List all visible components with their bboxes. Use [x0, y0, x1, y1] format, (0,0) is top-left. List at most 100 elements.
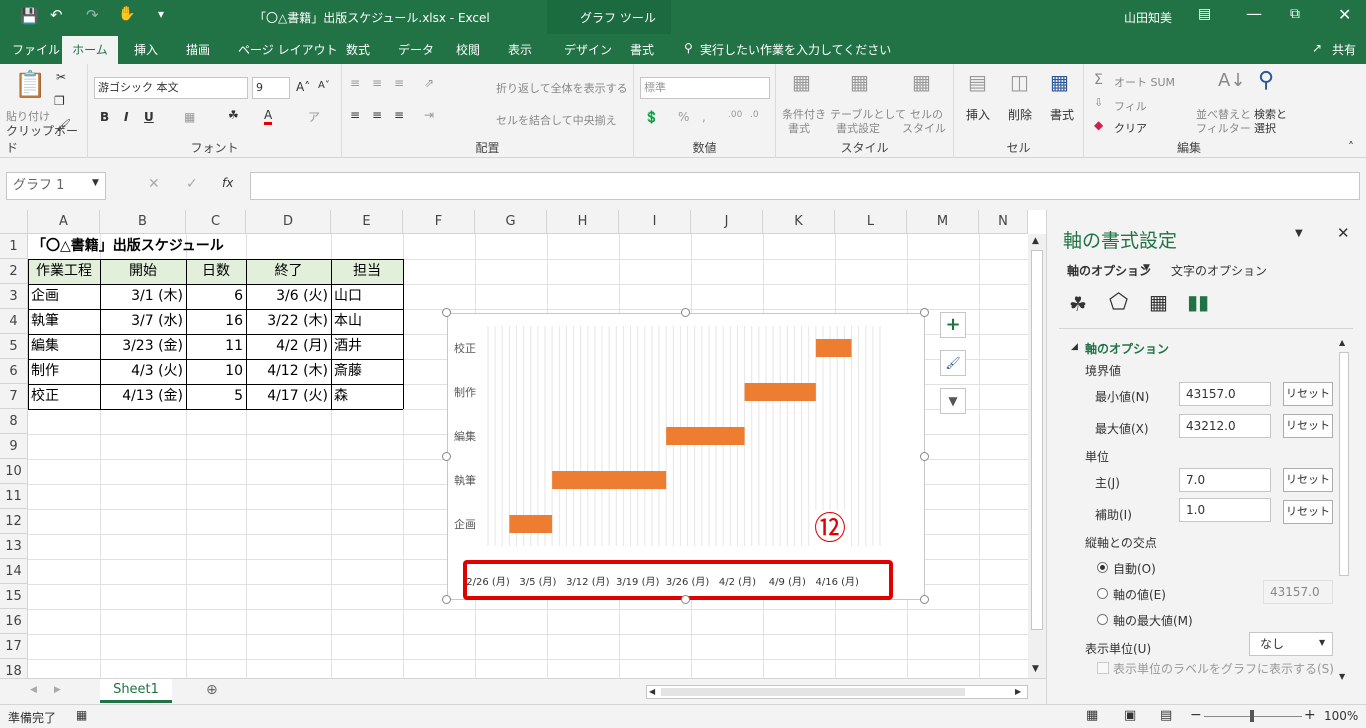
tab-axis-options[interactable]: 軸のオプション — [1067, 262, 1151, 279]
minimize-icon[interactable]: — — [1246, 4, 1262, 23]
column-header-I[interactable]: I — [619, 210, 691, 234]
section-collapse-icon[interactable]: ◢ — [1071, 342, 1078, 352]
align-left-icon[interactable]: ≡ — [350, 108, 360, 122]
min-input[interactable]: 43157.0 — [1179, 382, 1271, 406]
scroll-up-icon[interactable]: ▲ — [1032, 236, 1039, 246]
tab-axis-options-dropdown-icon[interactable]: ▼ — [1143, 263, 1150, 273]
insert-function-icon[interactable]: fx — [222, 176, 233, 190]
fill-line-icon[interactable]: ☘ — [1069, 292, 1087, 316]
italic-icon[interactable]: I — [124, 110, 128, 124]
find-select-button-2[interactable]: 選択 — [1254, 120, 1276, 136]
row-header-17[interactable]: 17 — [0, 634, 28, 659]
row-header-6[interactable]: 6 — [0, 359, 28, 384]
table-cell[interactable]: 4/2 (月) — [249, 334, 328, 359]
column-header-H[interactable]: H — [547, 210, 619, 234]
sort-filter-icon[interactable]: A↓ — [1218, 70, 1245, 91]
close-icon[interactable]: ✕ — [1338, 5, 1351, 24]
increase-decimal-icon[interactable]: .00 — [728, 110, 742, 120]
tab-format[interactable]: 書式 — [630, 41, 654, 58]
axis-value-input[interactable]: 43157.0 — [1263, 580, 1333, 604]
row-header-13[interactable]: 13 — [0, 534, 28, 559]
comma-icon[interactable]: , — [702, 110, 706, 124]
zoom-level[interactable]: 100% — [1324, 709, 1358, 723]
radio-axis-value[interactable] — [1097, 588, 1108, 599]
row-header-8[interactable]: 8 — [0, 409, 28, 434]
pane-scroll-thumb[interactable] — [1339, 352, 1349, 576]
table-cell[interactable]: 4/3 (火) — [103, 359, 183, 384]
save-icon[interactable]: 💾 — [20, 7, 39, 25]
gantt-chart[interactable]: 企画 執筆 編集 制作 校正 2/26 (月) 3/5 (月) 3/12 (月) 3/19 (月… — [447, 313, 925, 600]
next-sheet-icon[interactable]: ▶ — [54, 685, 61, 695]
table-cell[interactable]: 斎藤 — [334, 359, 400, 384]
insert-cells-icon[interactable]: ▤ — [968, 70, 987, 94]
align-center-icon[interactable]: ≡ — [372, 108, 382, 122]
align-middle-icon[interactable]: ≡ — [372, 76, 382, 90]
table-header-cell[interactable]: 日数 — [189, 259, 243, 284]
min-reset-button[interactable]: リセット — [1283, 382, 1333, 406]
clear-icon[interactable]: ◆ — [1094, 118, 1103, 132]
chart-elements-button[interactable]: + — [940, 312, 966, 338]
row-header-2[interactable]: 2 — [0, 259, 28, 284]
clear-button[interactable]: クリア — [1114, 120, 1147, 136]
table-cell[interactable]: 3/7 (水) — [103, 309, 183, 334]
cell-styles-icon[interactable]: ▦ — [912, 70, 931, 94]
table-cell[interactable]: 山口 — [334, 284, 400, 309]
row-header-7[interactable]: 7 — [0, 384, 28, 409]
fill-color-icon[interactable]: ☘ — [228, 108, 239, 122]
enter-icon[interactable]: ✓ — [186, 176, 198, 192]
row-header-10[interactable]: 10 — [0, 459, 28, 484]
table-cell[interactable]: 編集 — [31, 334, 97, 359]
column-header-K[interactable]: K — [763, 210, 835, 234]
chart-filters-button[interactable]: ▼ — [940, 388, 966, 414]
fill-icon[interactable]: ⇩ — [1094, 96, 1103, 109]
chart-resize-handle[interactable] — [681, 308, 690, 317]
row-header-3[interactable]: 3 — [0, 284, 28, 309]
pane-scrollbar[interactable]: ▲ ▼ — [1337, 338, 1351, 684]
table-cell[interactable]: 6 — [189, 284, 243, 309]
ribbon-display-icon[interactable]: ▤ — [1198, 6, 1211, 22]
currency-icon[interactable]: 💲 — [644, 110, 659, 124]
align-right-icon[interactable]: ≡ — [394, 108, 404, 122]
select-all[interactable] — [0, 210, 28, 234]
table-cell[interactable]: 酒井 — [334, 334, 400, 359]
page-break-view-icon[interactable]: ▤ — [1160, 708, 1172, 723]
max-input[interactable]: 43212.0 — [1179, 414, 1271, 438]
font-name-box[interactable]: 游ゴシック 本文 — [94, 77, 248, 99]
row-header-11[interactable]: 11 — [0, 484, 28, 509]
table-cell[interactable]: 執筆 — [31, 309, 97, 334]
max-reset-button[interactable]: リセット — [1283, 414, 1333, 438]
namebox-dropdown-icon[interactable]: ▼ — [92, 178, 99, 188]
table-cell[interactable]: 制作 — [31, 359, 97, 384]
prev-sheet-icon[interactable]: ◀ — [30, 685, 37, 695]
tab-formulas[interactable]: 数式 — [346, 41, 370, 58]
column-header-D[interactable]: D — [246, 210, 331, 234]
cell-styles-button-2[interactable]: スタイル — [902, 120, 946, 136]
sheet-title[interactable]: 「〇△書籍」出版スケジュール — [32, 234, 224, 258]
table-cell[interactable]: 4/13 (金) — [103, 384, 183, 409]
autosum-icon[interactable]: Σ — [1094, 72, 1103, 88]
chart-resize-handle[interactable] — [442, 595, 451, 604]
chart-resize-handle[interactable] — [681, 595, 690, 604]
tab-text-options[interactable]: 文字のオプション — [1171, 262, 1267, 279]
minor-input[interactable]: 1.0 — [1179, 498, 1271, 522]
radio-axis-max-label[interactable]: 軸の最大値(M) — [1113, 612, 1193, 629]
minor-reset-button[interactable]: リセット — [1283, 500, 1333, 524]
page-layout-view-icon[interactable]: ▣ — [1124, 708, 1136, 723]
table-header-cell[interactable]: 担当 — [334, 259, 400, 284]
phonetic-icon[interactable]: ア — [308, 108, 320, 125]
share-icon[interactable]: ↗ — [1312, 41, 1322, 55]
row-header-9[interactable]: 9 — [0, 434, 28, 459]
show-label-checkbox[interactable] — [1097, 662, 1109, 674]
tab-data[interactable]: データ — [398, 41, 434, 58]
table-header-cell[interactable]: 開始 — [103, 259, 183, 284]
font-shrink-icon[interactable]: A˅ — [318, 80, 330, 91]
table-cell[interactable]: 10 — [189, 359, 243, 384]
table-cell[interactable]: 3/23 (金) — [103, 334, 183, 359]
section-axis-options[interactable]: 軸のオプション — [1085, 340, 1169, 357]
horizontal-scroll-thumb[interactable] — [661, 688, 965, 696]
effects-icon[interactable]: ⬠ — [1109, 290, 1128, 315]
collapse-ribbon-icon[interactable]: ˄ — [1348, 140, 1354, 154]
table-cell[interactable]: 森 — [334, 384, 400, 409]
chart-resize-handle[interactable] — [920, 595, 929, 604]
column-header-B[interactable]: B — [100, 210, 186, 234]
